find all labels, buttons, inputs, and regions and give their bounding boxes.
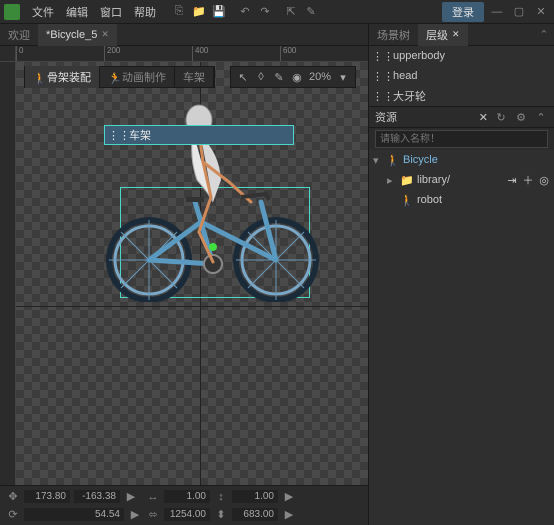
status-bar: ✥173.80-163.38▶ ⟳54.54▶ ↔1.00↕1.00▶ ⬄125… [0,485,368,525]
document-tabs: 欢迎 *Bicycle_5 ✕ [0,24,368,46]
bone-icon: ⋮⋮ [377,70,389,82]
mode-frame[interactable]: 车架 [175,66,214,88]
folder-icon: 📁 [401,174,413,186]
bone-icon: ⋮⋮ [377,90,389,102]
edit-icon[interactable]: ✎ [302,3,320,21]
pointer-icon[interactable]: ↖ [235,69,251,85]
tab-scene-tree[interactable]: 场景树 [369,24,418,46]
menu-edit[interactable]: 编辑 [60,4,94,20]
scale-y-icon: ↕ [214,490,228,504]
zoom-value[interactable]: 20% [307,71,333,83]
asset-item[interactable]: 🚶 robot [369,190,554,210]
tab-hierarchy[interactable]: 层级✕ [418,24,468,46]
bone-icon: ⋮⋮ [113,129,125,141]
play-icon[interactable]: ▶ [128,508,142,522]
search-input[interactable] [375,130,548,148]
run-icon: 🏃 [108,72,118,82]
lasso-icon[interactable]: ◊ [253,69,269,85]
scale-x[interactable]: 1.00 [164,490,210,503]
width-icon: ⬄ [146,508,160,522]
asset-folder[interactable]: ▸ 📁 library/ ⇥ ＋ ◎ [369,170,554,190]
panel-title: 资源 [375,109,473,125]
refresh-icon[interactable]: ↻ [494,110,508,124]
expand-icon[interactable]: ⌃ [534,28,554,41]
mode-rig[interactable]: 🚶骨架装配 [25,66,100,88]
height[interactable]: 683.00 [232,508,278,521]
mode-bar: 🚶骨架装配 🏃动画制作 车架 [24,66,215,88]
save-icon[interactable]: 💾 [210,3,228,21]
play-icon[interactable]: ▶ [124,490,138,504]
assets-panel-header: 资源 ✕ ↻ ⚙ ⌃ [369,106,554,128]
height-icon: ⬍ [214,508,228,522]
tab-welcome[interactable]: 欢迎 [0,24,38,46]
hierarchy-node[interactable]: ⋮⋮head [369,66,554,86]
menubar: 文件 编辑 窗口 帮助 ⎘ 📁 💾 ↶ ↷ ⇱ ✎ 登录 ― ▢ ✕ [0,0,554,24]
menu-window[interactable]: 窗口 [94,4,128,20]
assets-tree: ▾ 🚶 Bicycle ▸ 📁 library/ ⇥ ＋ ◎ 🚶 [369,150,554,525]
hierarchy-tree: ⋮⋮upperbody ⋮⋮head ⋮⋮大牙轮 ⋮⋮车架 [369,46,554,106]
ruler-vertical [0,62,16,485]
move-icon: ✥ [6,490,20,504]
import-icon[interactable]: ⇥ [506,174,518,186]
tab-current-doc[interactable]: *Bicycle_5 ✕ [38,24,117,46]
play-icon[interactable]: ▶ [282,508,296,522]
add-icon[interactable]: ＋ [522,174,534,186]
redo-icon[interactable]: ↷ [256,3,274,21]
hierarchy-node-selected[interactable]: ⋮⋮车架 [104,125,294,145]
ruler-corner [0,46,16,62]
mode-anim[interactable]: 🏃动画制作 [100,66,175,88]
maximize-icon[interactable]: ▢ [510,3,528,21]
person-icon: 🚶 [387,154,399,166]
rotate-icon: ⟳ [6,508,20,522]
hierarchy-node[interactable]: ⋮⋮大牙轮 [369,86,554,106]
assets-search [369,128,554,150]
gear-icon[interactable]: ⚙ [514,110,528,124]
expand-icon[interactable]: ▸ [387,174,397,187]
scale-x-icon: ↔ [146,490,160,504]
width[interactable]: 1254.00 [164,508,210,521]
right-panel-tabs: 场景树 层级✕ ⌃ [369,24,554,46]
dropdown-icon[interactable]: ▾ [335,69,351,85]
rotation[interactable]: 54.54 [24,508,124,521]
export-icon[interactable]: ⇱ [282,3,300,21]
menu-help[interactable]: 帮助 [128,4,162,20]
viewport[interactable]: 0 200 400 600 [0,46,368,485]
hierarchy-node[interactable]: ⋮⋮upperbody [369,46,554,66]
tab-close-icon[interactable]: ✕ [101,29,109,40]
person-icon: 🚶 [33,72,43,82]
open-file-icon[interactable]: 📁 [190,3,208,21]
tool-bar: ↖ ◊ ✎ ◉ 20% ▾ [230,66,356,88]
pos-y[interactable]: -163.38 [74,490,120,503]
app-logo [4,4,20,20]
close-icon[interactable]: ✕ [532,3,550,21]
asset-root[interactable]: ▾ 🚶 Bicycle [369,150,554,170]
tab-label: 欢迎 [8,27,30,43]
bone-icon: ⋮⋮ [377,50,389,62]
pos-x[interactable]: 173.80 [24,490,70,503]
collapse-icon[interactable]: ▾ [373,154,383,167]
panel-close-icon[interactable]: ✕ [479,111,488,124]
login-button[interactable]: 登录 [442,2,484,22]
eye-icon[interactable]: ◉ [289,69,305,85]
minimize-icon[interactable]: ― [488,3,506,21]
expand-icon[interactable]: ⌃ [534,110,548,124]
undo-icon[interactable]: ↶ [236,3,254,21]
ruler-horizontal: 0 200 400 600 [16,46,368,62]
tab-close-icon[interactable]: ✕ [452,29,460,40]
play-icon[interactable]: ▶ [282,490,296,504]
brush-icon[interactable]: ✎ [271,69,287,85]
menu-file[interactable]: 文件 [26,4,60,20]
scale-y[interactable]: 1.00 [232,490,278,503]
new-file-icon[interactable]: ⎘ [170,3,188,21]
locate-icon[interactable]: ◎ [538,174,550,186]
tab-label: *Bicycle_5 [46,29,97,41]
origin-axis-x [16,306,368,307]
person-icon: 🚶 [401,194,413,206]
